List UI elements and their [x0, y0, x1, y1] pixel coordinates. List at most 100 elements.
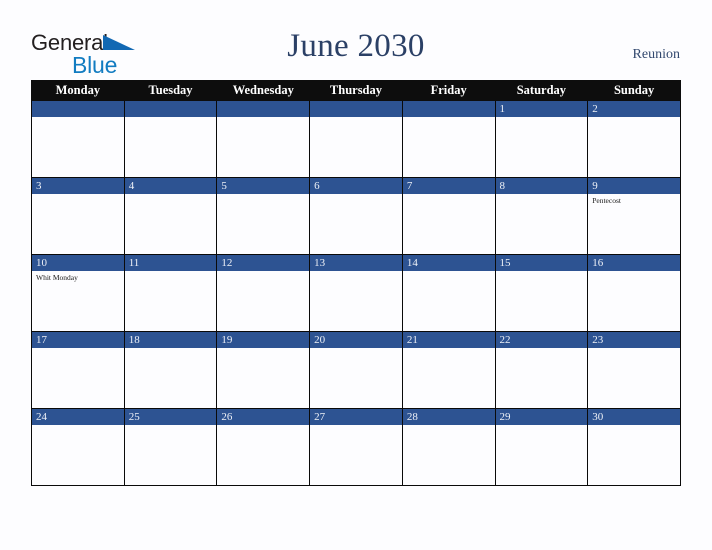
calendar-week-row: 12	[31, 100, 681, 178]
day-number: 26	[217, 409, 310, 425]
day-number: 23	[588, 332, 680, 348]
day-events	[403, 425, 495, 427]
weekday-header-saturday: Saturday	[494, 80, 589, 101]
calendar-empty-cell[interactable]	[216, 100, 311, 178]
calendar-day-cell[interactable]: 4	[123, 177, 218, 255]
calendar-day-cell[interactable]: 24	[31, 408, 125, 486]
day-events	[310, 271, 402, 273]
day-number: 18	[124, 332, 217, 348]
day-number: 29	[495, 409, 588, 425]
calendar-week-row: 10 Whit Monday 11 12 13 14 15 16	[31, 254, 681, 332]
calendar-day-cell[interactable]: 5	[216, 177, 311, 255]
calendar-day-cell[interactable]: 18	[123, 331, 218, 409]
day-number	[217, 101, 310, 117]
calendar-week-row: 3 4 5 6 7 8 9 Pentecost	[31, 177, 681, 255]
calendar-day-cell[interactable]: 21	[401, 331, 496, 409]
calendar-day-cell[interactable]: 22	[494, 331, 589, 409]
calendar-day-cell[interactable]: 23	[587, 331, 681, 409]
calendar-day-cell[interactable]: 19	[216, 331, 311, 409]
page-title: June 2030	[287, 28, 425, 64]
weekday-header-row: Monday Tuesday Wednesday Thursday Friday…	[31, 80, 681, 101]
day-events	[588, 271, 680, 273]
calendar-week-row: 24 25 26 27 28 29 30	[31, 408, 681, 486]
day-number: 17	[32, 332, 124, 348]
page-header: General Blue June 2030 Reunion	[0, 0, 712, 78]
calendar-empty-cell[interactable]	[309, 100, 403, 178]
calendar-empty-cell[interactable]	[401, 100, 496, 178]
day-events	[32, 348, 124, 350]
day-number: 6	[310, 178, 402, 194]
calendar-day-cell[interactable]: 29	[494, 408, 589, 486]
day-number	[32, 101, 124, 117]
day-number: 27	[310, 409, 402, 425]
calendar-day-cell[interactable]: 2	[587, 100, 681, 178]
day-events	[496, 271, 588, 273]
calendar-day-cell[interactable]: 20	[309, 331, 403, 409]
day-number: 12	[217, 255, 310, 271]
calendar-day-cell[interactable]: 28	[401, 408, 496, 486]
weekday-header-wednesday: Wednesday	[216, 80, 311, 101]
day-events	[125, 425, 217, 427]
calendar-empty-cell[interactable]	[123, 100, 218, 178]
calendar-day-cell[interactable]: 1	[494, 100, 589, 178]
calendar-day-cell[interactable]: 12	[216, 254, 311, 332]
day-events	[588, 348, 680, 350]
day-number: 16	[588, 255, 680, 271]
calendar-grid: Monday Tuesday Wednesday Thursday Friday…	[31, 80, 681, 486]
calendar-day-cell[interactable]: 8	[494, 177, 589, 255]
day-number: 3	[32, 178, 124, 194]
region-label: Reunion	[632, 47, 680, 62]
calendar-day-cell[interactable]: 15	[494, 254, 589, 332]
day-number: 21	[402, 332, 495, 348]
calendar-day-cell[interactable]: 7	[401, 177, 496, 255]
calendar-day-cell[interactable]: 6	[309, 177, 403, 255]
day-number	[124, 101, 217, 117]
day-number: 28	[402, 409, 495, 425]
day-events	[403, 194, 495, 196]
day-events	[588, 117, 680, 119]
day-number	[402, 101, 495, 117]
day-events	[496, 425, 588, 427]
day-number: 14	[402, 255, 495, 271]
day-number: 10	[32, 255, 124, 271]
day-number: 22	[495, 332, 588, 348]
calendar-day-cell[interactable]: 17	[31, 331, 125, 409]
day-number: 9	[588, 178, 680, 194]
day-number: 24	[32, 409, 124, 425]
holiday-event: Whit Monday	[36, 273, 78, 282]
weekday-header-friday: Friday	[401, 80, 496, 101]
calendar-day-cell[interactable]: 25	[123, 408, 218, 486]
day-events	[217, 194, 309, 196]
day-number	[310, 101, 402, 117]
day-events	[217, 117, 309, 119]
day-number: 15	[495, 255, 588, 271]
day-events	[310, 348, 402, 350]
calendar-page: General Blue June 2030 Reunion Monday Tu…	[0, 0, 712, 550]
day-events	[310, 425, 402, 427]
calendar-day-cell[interactable]: 27	[309, 408, 403, 486]
day-number: 7	[402, 178, 495, 194]
day-number: 11	[124, 255, 217, 271]
calendar-day-cell[interactable]: 3	[31, 177, 125, 255]
calendar-body: 1 2 3 4 5 6 7 8 9 Pentecost 10 Whit Monday 11 12 13 14 1…	[31, 100, 681, 486]
calendar-day-cell[interactable]: 16	[587, 254, 681, 332]
day-number: 25	[124, 409, 217, 425]
calendar-day-cell[interactable]: 10 Whit Monday	[31, 254, 125, 332]
day-events	[496, 348, 588, 350]
calendar-day-cell[interactable]: 11	[123, 254, 218, 332]
holiday-event: Pentecost	[592, 196, 621, 205]
day-number: 30	[588, 409, 680, 425]
day-number: 19	[217, 332, 310, 348]
day-number: 8	[495, 178, 588, 194]
day-events	[588, 425, 680, 427]
calendar-day-cell[interactable]: 9 Pentecost	[587, 177, 681, 255]
calendar-empty-cell[interactable]	[31, 100, 125, 178]
day-events	[125, 271, 217, 273]
calendar-day-cell[interactable]: 13	[309, 254, 403, 332]
calendar-day-cell[interactable]: 26	[216, 408, 311, 486]
calendar-day-cell[interactable]: 14	[401, 254, 496, 332]
day-events	[125, 194, 217, 196]
calendar-day-cell[interactable]: 30	[587, 408, 681, 486]
day-events	[310, 194, 402, 196]
day-events	[496, 117, 588, 119]
